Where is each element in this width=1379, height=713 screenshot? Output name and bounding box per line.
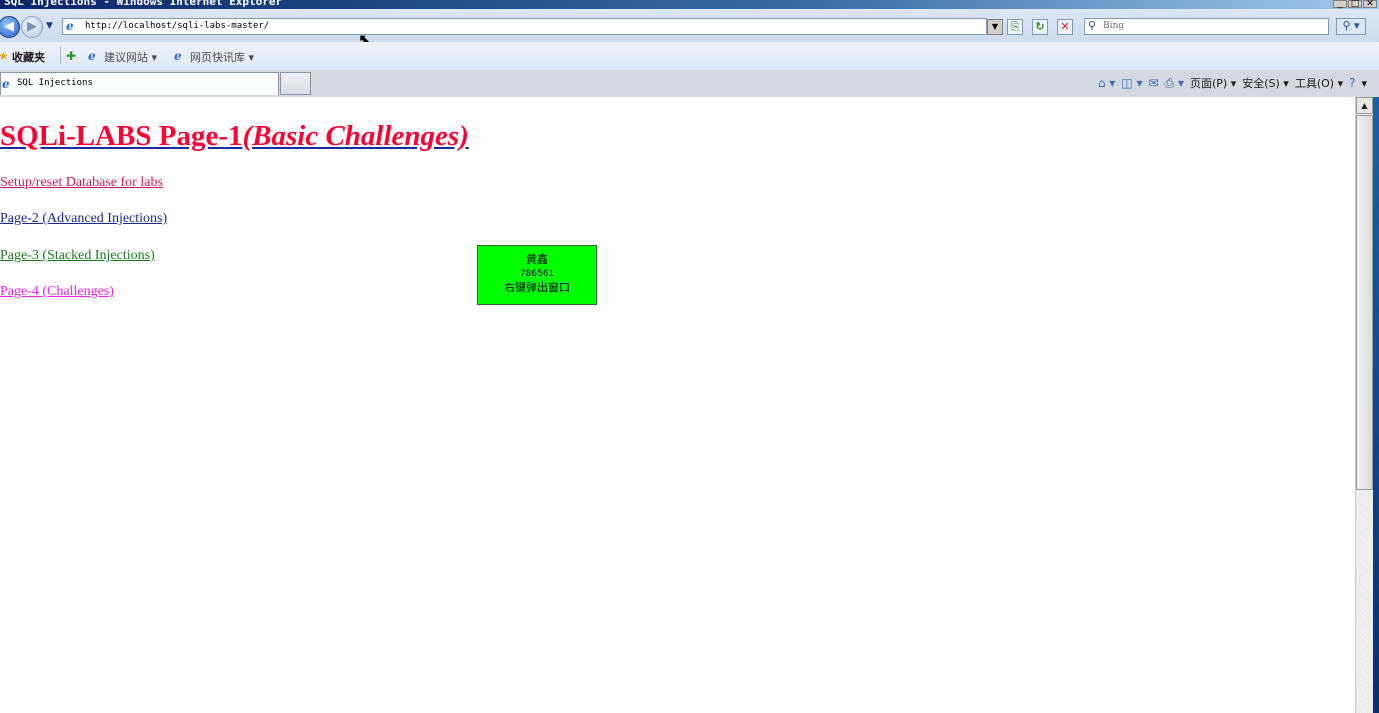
address-dropdown-button[interactable]: ▼ <box>987 19 1003 35</box>
page-2-link[interactable]: Page-2 (Advanced Injections) <box>0 211 167 227</box>
address-bar[interactable]: e http://localhost/sqli-labs-master/ <box>62 18 987 35</box>
address-url[interactable]: http://localhost/sqli-labs-master/ <box>85 20 269 33</box>
compatibility-view-icon[interactable]: ⎘ <box>1007 19 1023 35</box>
tab-sql-injections[interactable]: e SQL Injections <box>0 72 279 95</box>
search-placeholder: Bing <box>1103 21 1125 31</box>
vertical-scrollbar[interactable]: ▲ <box>1355 97 1373 713</box>
stop-icon[interactable]: ✕ <box>1057 19 1073 35</box>
feeds-icon[interactable]: ◫ ▾ <box>1121 76 1142 90</box>
recent-pages-dropdown-icon[interactable]: ▼ <box>46 21 53 31</box>
search-button[interactable]: ⚲ ▾ <box>1336 18 1366 35</box>
title-bar: SQL Injections - Windows Internet Explor… <box>0 0 1379 9</box>
help-menu-arrow[interactable]: ▾ <box>1361 77 1367 90</box>
right-click-popup[interactable]: 黄鑫 786561 右键弹出窗口 <box>477 245 597 305</box>
ie-link-icon: e <box>88 49 96 63</box>
read-mail-icon[interactable]: ✉ <box>1148 76 1158 90</box>
tools-menu[interactable]: 工具(O) ▾ <box>1295 75 1343 91</box>
scroll-thumb[interactable] <box>1356 115 1373 490</box>
safety-menu[interactable]: 安全(S) ▾ <box>1242 75 1289 91</box>
home-icon[interactable]: ⌂ ▾ <box>1098 76 1115 90</box>
ie-tab-icon: e <box>2 77 10 91</box>
search-input[interactable]: ⚲ Bing <box>1084 18 1329 35</box>
maximize-button[interactable]: □ <box>1348 0 1362 9</box>
minimize-button[interactable]: _ <box>1333 0 1347 9</box>
page-3-link[interactable]: Page-3 (Stacked Injections) <box>0 248 155 264</box>
tab-label: SQL Injections <box>17 78 93 88</box>
scroll-up-button[interactable]: ▲ <box>1356 97 1373 114</box>
ie-page-icon: e <box>66 19 74 33</box>
favorites-item-web-slice-gallery[interactable]: 网页快讯库 ▾ <box>190 49 254 65</box>
favorites-star-icon[interactable]: ★ <box>0 49 9 63</box>
address-toolbar: ◀ ▶ ▼ e http://localhost/sqli-labs-maste… <box>0 9 1379 48</box>
add-favorite-icon[interactable]: ✚ <box>66 49 76 63</box>
window-title: SQL Injections - Windows Internet Explor… <box>4 0 283 8</box>
print-icon[interactable]: ⎙ ▾ <box>1165 76 1184 91</box>
back-button[interactable]: ◀ <box>0 16 20 38</box>
desktop-background <box>1373 97 1379 713</box>
page-title-main: SQLi-LABS Page-1 <box>0 120 243 152</box>
page-4-link[interactable]: Page-4 (Challenges) <box>0 284 114 300</box>
popup-hint: 右键弹出窗口 <box>504 281 570 294</box>
ie-link-icon: e <box>174 49 182 63</box>
favorites-divider <box>60 46 61 64</box>
page-content: SQLi-LABS Page-1(Basic Challenges) Setup… <box>0 97 1355 713</box>
page-menu[interactable]: 页面(P) ▾ <box>1190 75 1236 91</box>
forward-button[interactable]: ▶ <box>21 16 43 38</box>
new-tab-button[interactable] <box>280 72 311 95</box>
tab-bar: e SQL Injections ⌂ ▾ ◫ ▾ ✉ ⎙ ▾ 页面(P) ▾ 安… <box>0 70 1379 98</box>
setup-database-link[interactable]: Setup/reset Database for labs <box>0 175 163 191</box>
favorites-button[interactable]: 收藏夹 <box>12 49 45 65</box>
help-icon[interactable]: ? <box>1349 76 1355 90</box>
popup-name: 黄鑫 <box>526 253 548 266</box>
page-title-subtitle: (Basic Challenges) <box>242 120 469 152</box>
page-title: SQLi-LABS Page-1(Basic Challenges) <box>0 116 469 156</box>
favorites-bar: ★ 收藏夹 ✚ e 建议网站 ▾ e 网页快讯库 ▾ <box>0 42 1379 70</box>
refresh-icon[interactable]: ↻ <box>1032 19 1048 35</box>
close-button[interactable]: ✕ <box>1363 0 1377 9</box>
popup-id: 786561 <box>519 269 555 279</box>
search-icon: ⚲ <box>1088 19 1097 32</box>
command-bar: ⌂ ▾ ◫ ▾ ✉ ⎙ ▾ 页面(P) ▾ 安全(S) ▾ 工具(O) ▾ ? … <box>1098 75 1367 91</box>
favorites-item-suggested-sites[interactable]: 建议网站 ▾ <box>104 49 157 65</box>
window-controls: _ □ ✕ <box>1333 0 1377 9</box>
